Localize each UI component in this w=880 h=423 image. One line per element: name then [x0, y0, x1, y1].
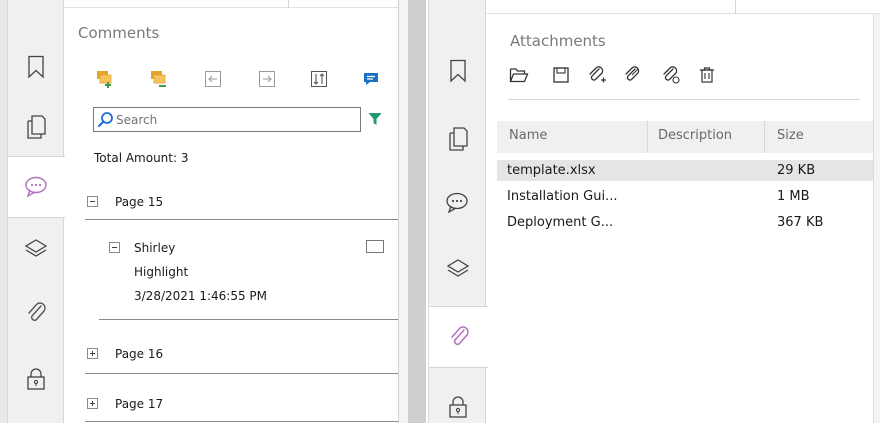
delete-attachment-button[interactable] — [696, 64, 718, 86]
collapse-all-button[interactable] — [148, 68, 170, 90]
page-17-label[interactable]: Page 17 — [115, 397, 163, 411]
bookmark-icon — [449, 59, 467, 83]
column-header-description[interactable]: Description — [658, 128, 732, 143]
edit-attachment-icon — [661, 65, 681, 85]
right-panel-splitter[interactable] — [416, 0, 426, 423]
right-top-tick — [735, 0, 736, 14]
comment-type: Highlight — [134, 265, 189, 279]
rail-comments[interactable] — [8, 156, 65, 218]
page-17-expand-toggle[interactable] — [87, 398, 98, 409]
right-panel-edge — [873, 14, 880, 423]
attachment-name[interactable]: template.xlsx — [507, 163, 596, 178]
column-header-size[interactable]: Size — [777, 128, 804, 143]
panel-title: Comments — [78, 24, 160, 42]
pages-icon — [25, 114, 47, 140]
save-icon — [552, 66, 570, 84]
security-icon — [25, 366, 47, 392]
left-top-tick — [288, 0, 289, 8]
attachment-size: 29 KB — [777, 163, 816, 178]
column-header-name[interactable]: Name — [509, 128, 547, 143]
layers-icon — [446, 257, 470, 281]
page-16-divider — [85, 373, 398, 374]
left-outer-border — [0, 0, 8, 423]
panel-title: Attachments — [510, 32, 606, 50]
filter-icon — [368, 112, 382, 126]
comment-icon — [362, 70, 380, 88]
rail-comments[interactable] — [429, 172, 487, 234]
add-files-icon — [623, 65, 643, 85]
total-amount: Total Amount: 3 — [94, 151, 189, 165]
toolbar-divider — [508, 99, 860, 100]
search-input[interactable] — [116, 110, 356, 129]
filter-button[interactable] — [366, 110, 384, 128]
comment-checkbox[interactable] — [366, 240, 384, 253]
left-top-divider — [64, 0, 400, 8]
save-attachment-button[interactable] — [550, 64, 572, 86]
rail-pages[interactable] — [429, 108, 487, 170]
attachment-name[interactable]: Installation Gui... — [507, 189, 617, 204]
rail-bookmarks[interactable] — [429, 40, 487, 102]
page-15-collapse-toggle[interactable] — [87, 196, 98, 207]
delete-icon — [698, 66, 716, 84]
panel-splitter[interactable] — [408, 0, 416, 423]
edit-attachment-button[interactable] — [660, 64, 682, 86]
column-divider[interactable] — [764, 121, 765, 153]
right-top-divider — [486, 0, 880, 14]
comment-date: 3/28/2021 1:46:55 PM — [134, 289, 268, 303]
collapse-all-icon — [149, 69, 169, 89]
column-divider[interactable] — [647, 121, 648, 153]
comments-icon — [445, 191, 471, 215]
rail-layers[interactable] — [8, 218, 64, 280]
rail-attachments[interactable] — [8, 282, 64, 344]
open-attachment-button[interactable] — [508, 64, 530, 86]
sort-button[interactable] — [308, 68, 330, 90]
page-15-divider — [85, 219, 398, 220]
comment-divider — [99, 319, 398, 320]
expand-all-icon — [95, 69, 115, 89]
rail-security[interactable] — [429, 376, 487, 423]
comment-author[interactable]: Shirley — [134, 241, 175, 255]
rail-attachments[interactable] — [429, 306, 488, 368]
security-icon — [447, 394, 469, 420]
sort-icon — [310, 70, 328, 88]
attachments-icon — [24, 300, 48, 326]
rail-pages[interactable] — [8, 96, 64, 158]
search-icon — [97, 111, 114, 128]
open-icon — [509, 66, 529, 84]
export-button[interactable] — [256, 68, 278, 90]
expand-all-button[interactable] — [94, 68, 116, 90]
attachment-name[interactable]: Deployment G... — [507, 215, 613, 230]
rail-security[interactable] — [8, 348, 64, 410]
add-attachment-icon — [587, 65, 607, 85]
rail-bookmarks[interactable] — [8, 36, 64, 98]
attachments-icon — [447, 324, 471, 350]
page-17-divider — [85, 421, 398, 422]
add-attachment-button[interactable] — [586, 64, 608, 86]
layers-icon — [24, 237, 48, 261]
comment-settings-button[interactable] — [360, 68, 382, 90]
page-15-label[interactable]: Page 15 — [115, 195, 163, 209]
search-field[interactable] — [93, 107, 361, 132]
add-files-button[interactable] — [622, 64, 644, 86]
bookmark-icon — [27, 55, 45, 79]
attachment-size: 1 MB — [777, 189, 810, 204]
page-16-label[interactable]: Page 16 — [115, 347, 163, 361]
import-comments-icon — [204, 70, 222, 88]
page-16-expand-toggle[interactable] — [87, 348, 98, 359]
rail-layers[interactable] — [429, 238, 487, 300]
comments-icon — [24, 175, 50, 199]
pages-icon — [447, 126, 469, 152]
comment-collapse-toggle[interactable] — [109, 242, 120, 253]
attachment-size: 367 KB — [777, 215, 824, 230]
import-button[interactable] — [202, 68, 224, 90]
export-comments-icon — [258, 70, 276, 88]
